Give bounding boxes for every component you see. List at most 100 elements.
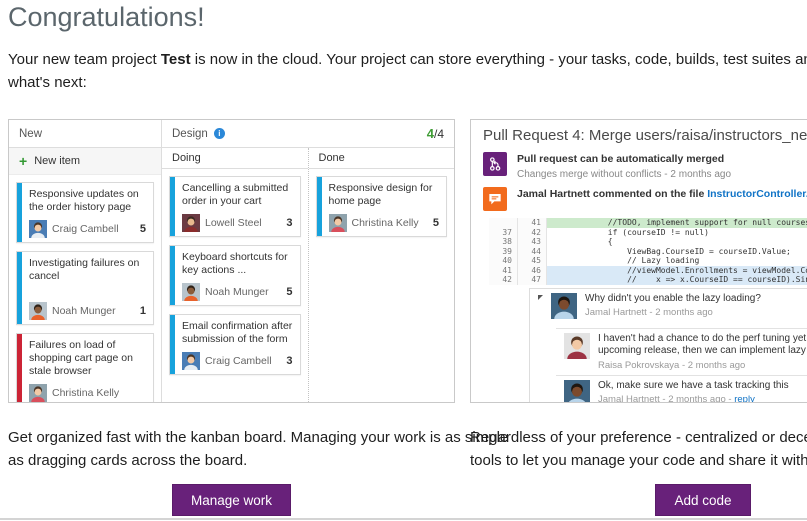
- event-text: Jamal Hartnett commented on the file: [517, 188, 707, 200]
- card-title: Responsive updates on the order history …: [29, 188, 147, 214]
- subcolumn-header-doing: Doing: [162, 148, 308, 169]
- card-assignee: Lowell Steel: [205, 217, 281, 229]
- old-line-number: 40: [489, 256, 518, 266]
- card-title: Investigating failures on cancel: [29, 257, 147, 283]
- plus-icon: +: [19, 154, 27, 168]
- comment-text: upcoming release, then we can implement …: [598, 345, 807, 358]
- card-assignee: Christina Kelly: [352, 217, 428, 229]
- intro-line-1: Your new team project Test is now in the…: [8, 48, 807, 71]
- comment-item: I haven't had a chance to do the perf tu…: [556, 328, 807, 375]
- card-body: Email confirmation after submission of t…: [175, 315, 300, 374]
- code-line: 4045 // Lazy loading: [489, 256, 807, 266]
- comment-icon: [487, 191, 503, 207]
- new-line-number: 45: [518, 256, 547, 266]
- file-link[interactable]: InstructorController.cs: [707, 188, 807, 200]
- code-diff-top: 41 //TODO, implement support for null co…: [489, 218, 807, 285]
- project-name: Test: [161, 51, 191, 68]
- comment-item: Why didn't you enable the lazy loading?J…: [530, 289, 807, 328]
- comment-text: Ok, make sure we have a task tracking th…: [598, 380, 789, 393]
- card-footer: Lowell Steel3: [182, 214, 294, 232]
- kanban-card[interactable]: Keyboard shortcuts for key actions ... No…: [169, 245, 301, 306]
- card-effort: 5: [286, 286, 293, 298]
- new-item-label: New item: [34, 155, 80, 167]
- column-header-new: New: [9, 120, 161, 148]
- intro-text: Your new team project Test is now in the…: [8, 48, 807, 94]
- intro-post: is now in the cloud. Your project can st…: [191, 51, 807, 68]
- avatar: [329, 214, 347, 232]
- comment-meta-text: Raisa Pokrovskaya - 2 months ago: [598, 360, 745, 371]
- old-line-number: [489, 218, 518, 228]
- page-title: Congratulations!: [8, 2, 205, 33]
- code-line: 41 //TODO, implement support for null co…: [489, 218, 807, 228]
- count-done: 4: [427, 126, 434, 141]
- code-line: 3944 ViewBag.CourseID = courseID.Value;: [489, 247, 807, 257]
- code-caption-line2: tools to let you manage your code and sh…: [470, 449, 807, 472]
- comment-thread: Why didn't you enable the lazy loading?J…: [529, 288, 807, 404]
- kanban-card[interactable]: Responsive updates on the order history …: [16, 182, 154, 243]
- kanban-card[interactable]: Failures on load of shopping cart page o…: [16, 333, 154, 402]
- bottom-divider: [0, 518, 807, 520]
- comment-meta-text: Jamal Hartnett - 2 months ago: [585, 307, 713, 318]
- code-text: {: [547, 237, 807, 247]
- new-line-number: 41: [518, 218, 547, 228]
- collapse-caret-icon[interactable]: [538, 295, 543, 300]
- code-text: // x => x.CourseID == courseID).Single()…: [547, 275, 807, 285]
- code-text: ViewBag.CourseID = courseID.Value;: [547, 247, 807, 257]
- code-caption: Regardless of your preference - centrali…: [470, 426, 807, 472]
- manage-work-button[interactable]: Manage work: [172, 484, 291, 516]
- new-line-number: 42: [518, 228, 547, 238]
- kanban-card[interactable]: Investigating failures on cancel Noah Mun…: [16, 251, 154, 325]
- code-caption-line1: Regardless of your preference - centrali…: [470, 426, 807, 449]
- comment-text: Why didn't you enable the lazy loading?: [585, 293, 761, 306]
- card-title: Responsive design for home page: [329, 182, 441, 208]
- kanban-caption-line2: as dragging cards across the board.: [8, 449, 508, 472]
- card-footer: Noah Munger 5: [182, 283, 294, 301]
- old-line-number: 38: [489, 237, 518, 247]
- avatar: [29, 220, 47, 238]
- comment-meta-text: Jamal Hartnett - 2 months ago -: [598, 394, 734, 403]
- pull-request-events: Pull request can be automatically merged…: [471, 152, 807, 211]
- comment-text: I haven't had a chance to do the perf tu…: [598, 333, 807, 346]
- reply-link[interactable]: reply: [734, 394, 755, 403]
- intro-line-2: what's next:: [8, 71, 807, 94]
- kanban-card[interactable]: Responsive design for home page Christina…: [316, 176, 448, 237]
- card-effort: 5: [140, 223, 147, 235]
- old-line-number: 39: [489, 247, 518, 257]
- add-code-button[interactable]: Add code: [655, 484, 751, 516]
- avatar: [182, 214, 200, 232]
- event-meta: Changes merge without conflicts - 2 mont…: [517, 169, 731, 180]
- subcolumn-header-done: Done: [309, 148, 455, 169]
- avatar: [182, 283, 200, 301]
- design-column-label: Design: [172, 128, 208, 140]
- intro-pre: Your new team project: [8, 51, 161, 68]
- card-body: Responsive updates on the order history …: [22, 183, 153, 242]
- code-text: //TODO, implement support for null cours…: [547, 218, 807, 228]
- new-line-number: 47: [518, 275, 547, 285]
- card-title: Keyboard shortcuts for key actions ...: [182, 251, 294, 277]
- kanban-board-panel: New + New item Responsive updates on the…: [8, 119, 455, 403]
- kanban-card[interactable]: Cancelling a submitted order in your car…: [169, 176, 301, 237]
- event-text: Pull request can be automatically merged: [517, 153, 724, 165]
- code-line: 3843 {: [489, 237, 807, 247]
- pull-request-title: Pull Request 4: Merge users/raisa/instru…: [471, 120, 807, 149]
- card-assignee: Noah Munger: [205, 286, 281, 298]
- pull-request-panel: Pull Request 4: Merge users/raisa/instru…: [470, 119, 807, 403]
- card-footer: Noah Munger1: [29, 302, 147, 320]
- info-icon[interactable]: i: [214, 128, 225, 139]
- card-body: Investigating failures on cancel Noah Mun…: [22, 252, 153, 324]
- kanban-card[interactable]: Email confirmation after submission of t…: [169, 314, 301, 375]
- event-title: Jamal Hartnett commented on the file Ins…: [517, 188, 807, 200]
- avatar: [29, 384, 47, 402]
- pull-request-icon: [487, 156, 503, 172]
- card-effort: 1: [140, 305, 147, 317]
- card-effort: 3: [286, 355, 293, 367]
- avatar: [564, 380, 590, 404]
- congratulations-page: Congratulations! Your new team project T…: [0, 0, 807, 521]
- card-assignee: Craig Cambell: [205, 355, 281, 367]
- comment-meta: Jamal Hartnett - 2 months ago: [585, 307, 761, 318]
- event-body: Pull request can be automatically merged…: [517, 152, 731, 180]
- new-item-button[interactable]: + New item: [9, 148, 161, 175]
- comment-body: Why didn't you enable the lazy loading?J…: [585, 293, 761, 319]
- card-footer: Craig Cambell 3: [182, 352, 294, 370]
- card-body: Responsive design for home page Christina…: [322, 177, 447, 236]
